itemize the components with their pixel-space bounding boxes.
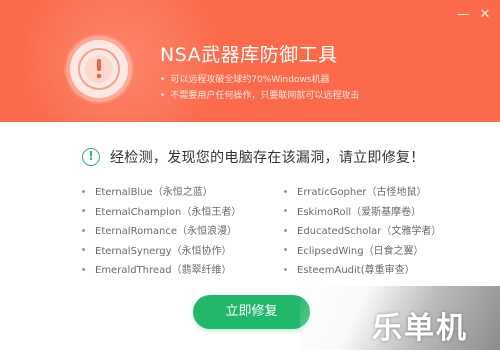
bullet-dot-icon — [82, 267, 85, 271]
vulnerability-name: ErraticGopher（古怪地鼠） — [297, 187, 427, 198]
bullet-dot-icon — [284, 189, 287, 193]
close-button[interactable]: ✕ — [478, 8, 492, 22]
vulnerability-list-right: ErraticGopher（古怪地鼠） EskimoRoll（爱斯基摩卷） Ed… — [284, 183, 441, 281]
list-item: EmeraldThread（翡翠纤维） — [82, 261, 241, 281]
minimize-button[interactable]: — — [456, 8, 470, 22]
bullet-dot-icon — [82, 209, 85, 213]
vulnerability-name: EclipsedWing（日食之翼） — [297, 245, 424, 257]
bullet-dot-icon — [284, 267, 287, 271]
fix-now-button[interactable]: 立即修复 — [193, 295, 310, 329]
vulnerability-list-left: EternalBlue（永恒之蓝） EternalChampion（永恒王者） … — [82, 183, 241, 281]
vulnerability-name: EskimoRoll（爱斯基摩卷） — [297, 206, 422, 218]
list-item: EternalRomance（永恒浪漫） — [82, 222, 241, 242]
list-item: EsteemAudit(尊重审查） — [284, 261, 441, 281]
nsa-defense-tool-window: — ✕ NSA武器库防御工具 可以远程攻破全球约70%Windows机器 不需要… — [0, 0, 500, 350]
warning-icon — [70, 40, 128, 98]
bullet-dot-icon — [82, 248, 85, 252]
site-watermark: 乐单机 — [372, 311, 468, 346]
vulnerability-name: EternalSynergy（永恒协作） — [95, 245, 232, 257]
list-item: EclipsedWing（日食之翼） — [284, 242, 441, 262]
bullet-dot-icon — [82, 228, 85, 232]
vulnerability-name: EternalRomance（永恒浪漫） — [95, 226, 238, 238]
header-bullet: 可以远程攻破全球约70%Windows机器 — [160, 72, 359, 88]
exclamation-circle-icon: ! — [82, 148, 100, 166]
list-item: EternalSynergy（永恒协作） — [82, 242, 241, 262]
list-item: EducatedScholar（文雅学者） — [284, 222, 441, 242]
bullet-dot-icon — [82, 189, 85, 193]
vulnerability-name: EternalBlue（永恒之蓝） — [95, 187, 213, 198]
bullet-dot-icon — [284, 248, 287, 252]
list-item: EternalChampion（永恒王者） — [82, 203, 241, 223]
vulnerability-name: EternalChampion（永恒王者） — [95, 206, 242, 218]
app-title: NSA武器库防御工具 — [160, 44, 338, 66]
bullet-dot-icon — [284, 228, 287, 232]
header-banner: — ✕ NSA武器库防御工具 可以远程攻破全球约70%Windows机器 不需要… — [0, 0, 500, 122]
list-item: EternalBlue（永恒之蓝） — [82, 183, 241, 203]
bullet-dot-icon — [284, 209, 287, 213]
header-bullets: 可以远程攻破全球约70%Windows机器 不需要用户任何操作，只要联网就可以远… — [160, 72, 359, 104]
vulnerability-name: EsteemAudit(尊重审查） — [297, 265, 415, 277]
list-item: ErraticGopher（古怪地鼠） — [284, 183, 441, 203]
vulnerability-name: EmeraldThread（翡翠纤维） — [95, 265, 232, 277]
alert-message: 经检测，发现您的电脑存在该漏洞，请立即修复！ — [110, 150, 425, 166]
header-bullet: 不需要用户任何操作，只要联网就可以远程攻击 — [160, 88, 359, 104]
list-item: EskimoRoll（爱斯基摩卷） — [284, 203, 441, 223]
vulnerability-name: EducatedScholar（文雅学者） — [297, 226, 442, 238]
